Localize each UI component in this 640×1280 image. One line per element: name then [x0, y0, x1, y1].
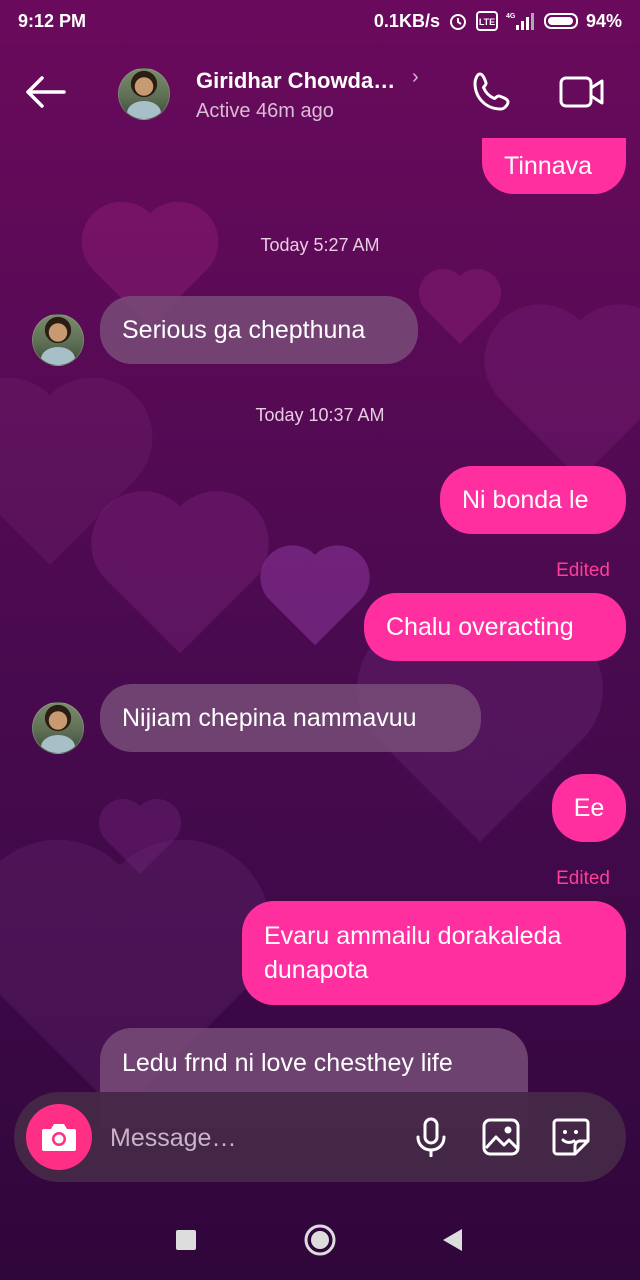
contact-name[interactable]: Giridhar Chowda…	[196, 68, 395, 94]
battery-icon	[543, 13, 578, 29]
phone-icon	[473, 72, 510, 111]
sender-avatar[interactable]	[32, 702, 84, 754]
system-navigation-bar	[0, 1200, 640, 1280]
chat-header: Giridhar Chowda… › Active 46m ago	[0, 42, 640, 146]
home-circle-icon	[304, 1224, 336, 1256]
square-icon	[176, 1230, 196, 1250]
svg-text:4G: 4G	[506, 13, 516, 20]
voice-call-button[interactable]	[470, 70, 516, 116]
gallery-button[interactable]	[478, 1114, 524, 1160]
message-text: Ledu frnd ni love chesthey life	[122, 1049, 453, 1077]
svg-text:LTE: LTE	[479, 17, 495, 27]
network-speed: 0.1KB/s	[373, 10, 440, 31]
status-time: 9:12 PM	[18, 10, 87, 31]
back-button[interactable]	[22, 72, 74, 116]
outgoing-message[interactable]: Evaru ammailu dorakaleda dunapota	[242, 901, 626, 1005]
heart-decoration	[269, 554, 361, 646]
heart-decoration	[106, 806, 174, 874]
edited-label: Edited	[556, 560, 610, 581]
incoming-message[interactable]: Serious ga chepthuna	[100, 296, 418, 364]
battery-percent: 94%	[585, 10, 622, 31]
sender-avatar[interactable]	[32, 314, 84, 366]
contact-active-status: Active 46m ago	[196, 100, 334, 122]
status-bar: 9:12 PM 0.1KB/s LTE 4G 94%	[0, 0, 640, 42]
edited-label: Edited	[556, 868, 610, 889]
outgoing-message[interactable]: Chalu overacting	[364, 593, 626, 661]
image-icon	[482, 1118, 520, 1156]
message-text-line: dunapota	[264, 956, 369, 984]
outgoing-message[interactable]: Tinnava	[482, 138, 626, 194]
recents-button[interactable]	[166, 1220, 206, 1260]
timestamp: Today 5:27 AM	[260, 235, 380, 255]
camera-icon	[42, 1124, 76, 1151]
back-nav-button[interactable]	[432, 1220, 472, 1260]
heart-decoration	[106, 506, 254, 654]
back-arrow-icon	[26, 76, 66, 108]
message-text: Chalu overacting	[386, 613, 574, 641]
outgoing-message[interactable]: Ee	[552, 774, 626, 842]
sticker-button[interactable]	[548, 1114, 594, 1160]
sticker-icon	[552, 1118, 590, 1156]
message-input[interactable]	[108, 1114, 402, 1162]
alarm-icon	[448, 11, 468, 31]
status-icons: 0.1KB/s LTE 4G 94%	[374, 11, 622, 32]
home-button[interactable]	[300, 1220, 340, 1260]
heart-decoration	[500, 320, 640, 480]
message-text: Nijiam chepina nammavuu	[122, 704, 417, 732]
video-camera-icon	[559, 76, 604, 108]
microphone-button[interactable]	[408, 1114, 454, 1160]
outgoing-message[interactable]: Ni bonda le	[440, 466, 626, 534]
heart-decoration	[426, 276, 494, 344]
chevron-right-icon[interactable]: ›	[412, 66, 419, 89]
message-text: Tinnava	[504, 152, 593, 180]
signal-icon: 4G	[506, 11, 536, 31]
volte-icon: LTE	[475, 11, 498, 31]
incoming-message[interactable]: Nijiam chepina nammavuu	[100, 684, 481, 752]
message-text-line: Evaru ammailu dorakaleda	[264, 922, 562, 950]
message-text: Ee	[573, 794, 605, 822]
timestamp: Today 10:37 AM	[255, 405, 385, 425]
message-composer	[14, 1092, 626, 1182]
triangle-back-icon	[443, 1229, 462, 1251]
message-text: Serious ga chepthuna	[122, 316, 366, 344]
microphone-icon	[416, 1117, 446, 1157]
contact-avatar[interactable]	[118, 68, 170, 120]
message-text: Ni bonda le	[462, 486, 589, 514]
video-call-button[interactable]	[558, 70, 608, 116]
camera-button[interactable]	[26, 1104, 92, 1170]
